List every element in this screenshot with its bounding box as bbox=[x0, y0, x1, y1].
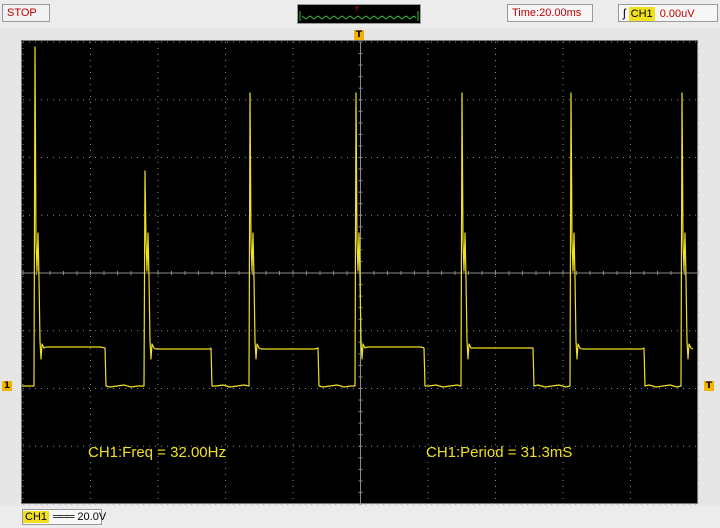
run-stop-status[interactable]: STOP bbox=[2, 4, 50, 22]
scope-screen bbox=[21, 40, 699, 505]
trigger-channel: CH1 bbox=[628, 7, 655, 21]
channel1-scale-readout[interactable]: CH1 ═══ 20.0V bbox=[22, 509, 106, 525]
timebase-readout[interactable]: Time:20.00ms bbox=[507, 4, 593, 22]
waveform-display bbox=[22, 41, 699, 505]
top-status-bar: STOP T Time:20.00ms ʃ CH1 0.00uV bbox=[0, 0, 720, 28]
trigger-position-marker[interactable]: T bbox=[354, 30, 364, 40]
svg-text:T: T bbox=[354, 7, 359, 14]
rising-edge-icon: ʃ bbox=[623, 6, 626, 20]
dc-coupling-icon: ═══ bbox=[53, 511, 74, 523]
frequency-measurement: CH1:Freq = 32.00Hz bbox=[88, 444, 226, 461]
trigger-level: 0.00uV bbox=[659, 8, 695, 20]
volts-per-div: 20.0V bbox=[77, 511, 107, 523]
graticule bbox=[22, 41, 699, 505]
overview-wave: T bbox=[299, 6, 419, 21]
waveform-overview: T bbox=[297, 4, 421, 24]
ch1-waveform bbox=[22, 46, 694, 388]
period-measurement: CH1:Period = 31.3mS bbox=[426, 444, 573, 461]
channel1-ground-marker[interactable]: 1 bbox=[2, 381, 12, 391]
channel1-label: CH1 bbox=[23, 511, 50, 523]
bottom-status-bar: CH1 ═══ 20.0V bbox=[0, 506, 720, 528]
trigger-readout[interactable]: ʃ CH1 0.00uV bbox=[618, 4, 718, 22]
trigger-level-marker[interactable]: T bbox=[704, 381, 714, 391]
